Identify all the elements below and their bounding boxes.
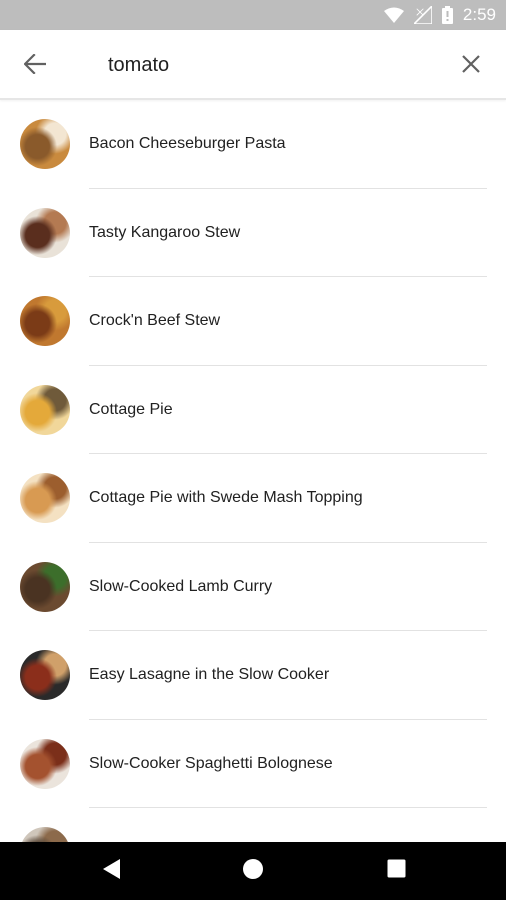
nav-back-button[interactable] (96, 856, 126, 886)
recipe-result-item[interactable]: Cottage Pie with Swede Mash Topping (0, 454, 506, 543)
battery-icon (441, 6, 453, 24)
recipe-result-item[interactable]: Crock'n Beef Stew (0, 277, 506, 366)
recipe-title: Cottage Pie with Swede Mash Topping (89, 489, 363, 506)
recipe-result-item[interactable]: Tasty Kangaroo Stew (0, 189, 506, 277)
status-icons: 2:59 (383, 0, 496, 30)
search-input[interactable] (108, 46, 428, 84)
nav-back-icon (101, 858, 121, 885)
system-nav-bar (0, 842, 506, 900)
recipe-result-item[interactable]: Easy Lasagne in the Slow Cooker (0, 631, 506, 720)
status-time: 2:59 (462, 5, 496, 24)
recipe-thumbnail (20, 207, 70, 258)
status-bar: 2:59 (0, 0, 506, 30)
clear-search-button[interactable] (456, 51, 486, 81)
recipe-thumbnail (20, 119, 70, 169)
search-results-list: Bacon Cheeseburger Pasta Tasty Kangaroo S… (0, 100, 506, 842)
recipe-title: Tasty Kangaroo Stew (89, 223, 241, 241)
arrow-back-icon (23, 52, 47, 79)
recipe-thumbnail (20, 384, 70, 435)
recipe-title: Slow-Cooker Spaghetti Bolognese (89, 754, 333, 772)
recipe-title: Slow-Cooked Lamb Curry (89, 577, 273, 595)
wifi-icon (383, 7, 404, 23)
nav-home-icon (242, 858, 264, 885)
recipe-result-item[interactable]: Bacon Cheeseburger Pasta (0, 100, 506, 189)
recipe-result-item[interactable] (0, 808, 506, 842)
nav-home-button[interactable] (238, 856, 268, 886)
close-icon (461, 54, 481, 79)
recipe-title: Crock'n Beef Stew (89, 312, 221, 329)
recipe-thumbnail (20, 650, 70, 700)
nav-recents-icon (387, 859, 406, 883)
recipe-thumbnail (20, 561, 70, 612)
recipe-title: Easy Lasagne in the Slow Cooker (89, 666, 330, 683)
recipe-result-item[interactable]: Slow-Cooked Lamb Curry (0, 543, 506, 631)
recipe-thumbnail (20, 827, 70, 842)
recipe-result-item[interactable]: Slow-Cooker Spaghetti Bolognese (0, 720, 506, 808)
signal-icon (413, 6, 432, 24)
nav-recents-button[interactable] (381, 856, 411, 886)
recipe-title: Bacon Cheeseburger Pasta (89, 135, 286, 152)
back-button[interactable] (18, 51, 52, 81)
search-toolbar (0, 30, 506, 100)
recipe-thumbnail (20, 296, 70, 346)
recipe-title: Cottage Pie (89, 400, 173, 418)
recipe-thumbnail (20, 738, 70, 789)
recipe-thumbnail (20, 473, 70, 523)
recipe-result-item[interactable]: Cottage Pie (0, 366, 506, 454)
